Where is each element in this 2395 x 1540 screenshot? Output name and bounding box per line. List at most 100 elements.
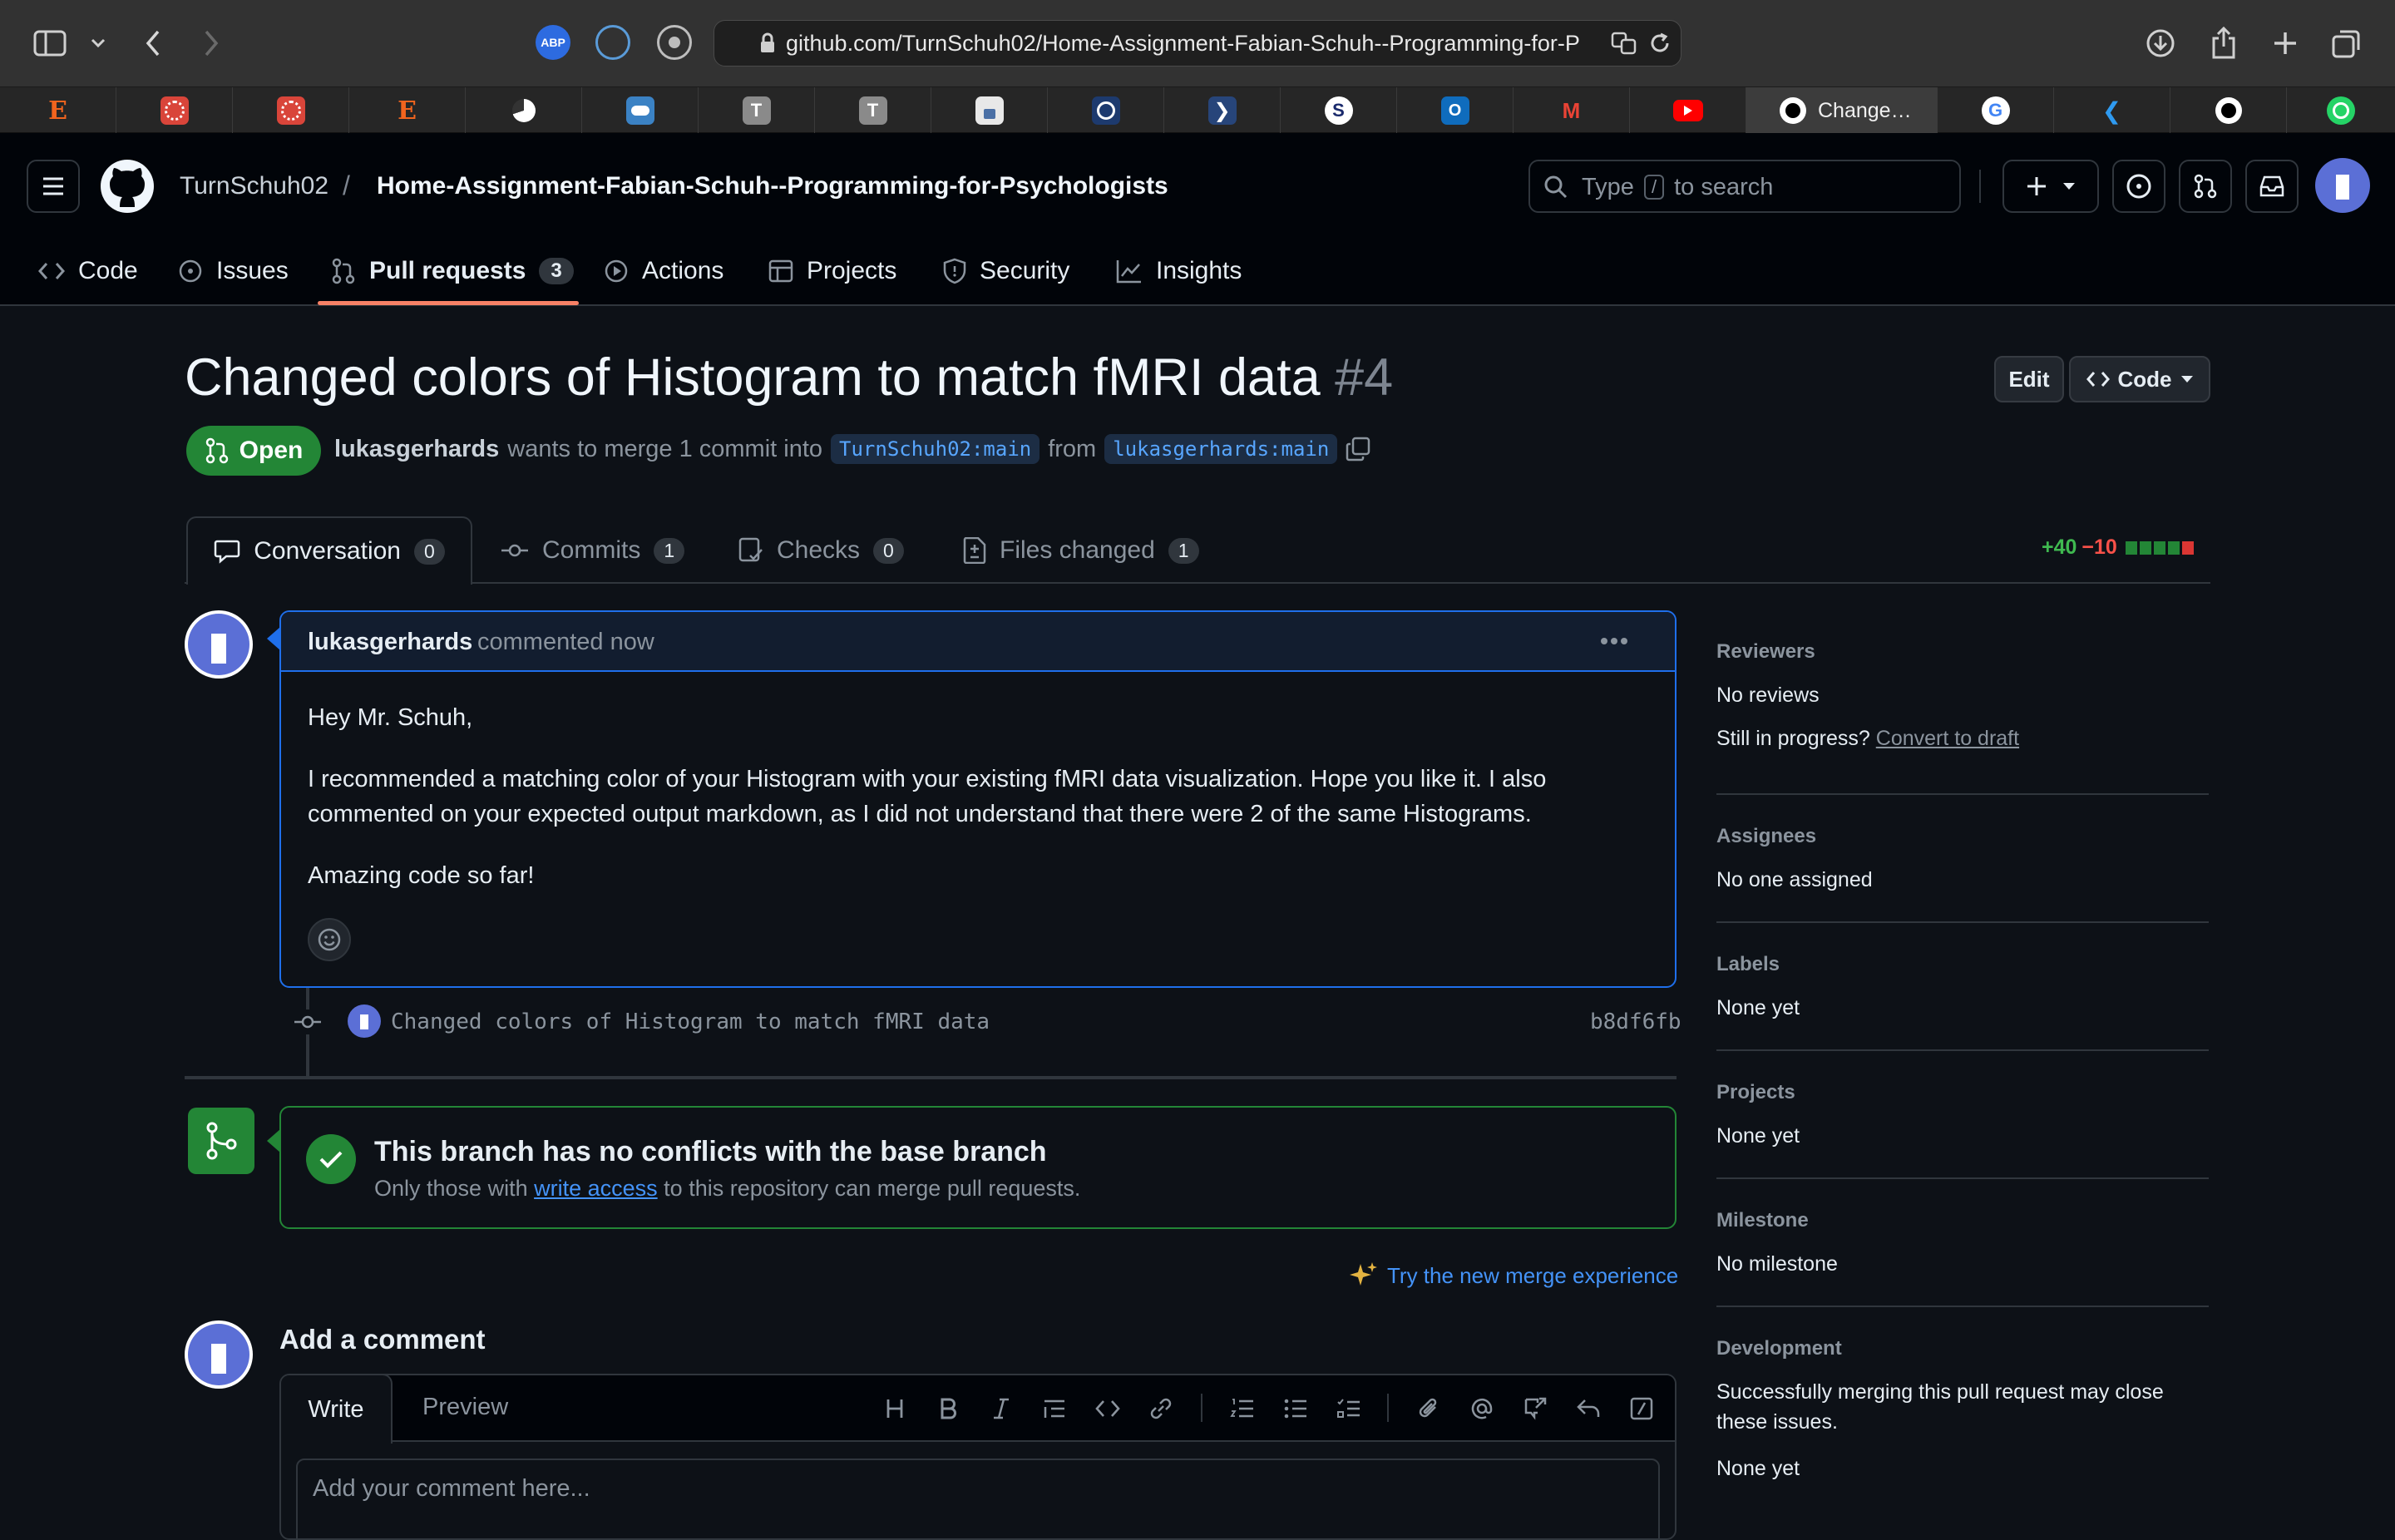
repo-nav-actions[interactable]: Actions — [604, 248, 723, 294]
create-new-button[interactable] — [2002, 160, 2099, 213]
mention-icon[interactable] — [1465, 1392, 1499, 1425]
tab-write[interactable]: Write — [281, 1375, 393, 1444]
share-icon[interactable] — [2205, 25, 2242, 62]
milestone-heading[interactable]: Milestone — [1716, 1209, 1809, 1232]
adblock-extension-icon[interactable]: ABP — [536, 25, 570, 60]
pinned-tab-vscode[interactable]: ❮ — [2054, 87, 2170, 134]
tab-commits[interactable]: Commits 1 — [501, 517, 685, 584]
success-check-icon — [306, 1134, 356, 1184]
heading-icon[interactable] — [878, 1392, 911, 1425]
comment-author-avatar[interactable] — [185, 610, 253, 679]
downloads-icon[interactable] — [2142, 25, 2179, 62]
pinned-tab-cloud[interactable] — [582, 87, 699, 134]
pinned-tab-youtube[interactable] — [1630, 87, 1746, 134]
pinned-tab-etsy[interactable]: E — [0, 87, 116, 134]
convert-to-draft-link[interactable]: Convert to draft — [1876, 727, 2019, 750]
repo-name-link[interactable]: Home-Assignment-Fabian-Schuh--Programmin… — [377, 172, 1168, 200]
pinned-tab-lock[interactable] — [931, 87, 1048, 134]
tab-overview-icon[interactable] — [2328, 25, 2365, 62]
tab-preview[interactable]: Preview — [422, 1394, 508, 1421]
pinned-tab-s[interactable]: S — [1281, 87, 1397, 134]
numbered-list-icon[interactable] — [1226, 1392, 1259, 1425]
slash-command-icon[interactable] — [1625, 1392, 1658, 1425]
link-icon[interactable] — [1144, 1392, 1178, 1425]
bold-icon[interactable] — [931, 1392, 965, 1425]
development-heading[interactable]: Development — [1716, 1337, 1842, 1360]
projects-heading[interactable]: Projects — [1716, 1081, 1795, 1104]
repo-nav-pull-requests[interactable]: Pull requests 3 — [331, 248, 574, 294]
comment-textarea[interactable]: Add your comment here... — [296, 1459, 1660, 1538]
sidebar-divider — [1716, 1049, 2209, 1051]
comment-author-link[interactable]: lukasgerhards — [308, 629, 472, 656]
pr-author-link[interactable]: lukasgerhards — [334, 436, 499, 463]
pinned-tab-pattern-1[interactable] — [116, 87, 233, 134]
active-tab[interactable]: Change… — [1746, 87, 1938, 134]
tab-files-changed[interactable]: Files changed 1 — [963, 517, 1199, 584]
pinned-tab-gmail[interactable]: M — [1514, 87, 1630, 134]
pinned-tab-etsy-2[interactable]: E — [349, 87, 466, 134]
italic-icon[interactable] — [985, 1392, 1018, 1425]
pinned-tab-t-2[interactable]: T — [815, 87, 931, 134]
kebab-menu-icon[interactable] — [1600, 637, 1628, 645]
back-icon[interactable] — [135, 25, 171, 62]
pinned-tab-google[interactable]: G — [1938, 87, 2054, 134]
sidebar-toggle-icon[interactable] — [32, 25, 68, 62]
bullet-list-icon[interactable] — [1279, 1392, 1312, 1425]
commit-message-link[interactable]: Changed colors of Histogram to match fMR… — [391, 1009, 990, 1034]
translate-icon[interactable] — [1611, 31, 1637, 56]
comment-placeholder: Add your comment here... — [313, 1475, 590, 1502]
new-merge-experience-link[interactable]: Try the new merge experience — [1349, 1261, 1678, 1291]
pull-requests-shortcut-button[interactable] — [2179, 160, 2232, 213]
user-avatar[interactable] — [2315, 158, 2370, 213]
repo-nav-code[interactable]: Code — [38, 248, 138, 294]
pinned-tab-t-1[interactable]: T — [699, 87, 815, 134]
new-tab-icon[interactable] — [2267, 25, 2304, 62]
pinned-tab-whatsapp[interactable] — [2287, 87, 2395, 134]
hamburger-menu-button[interactable] — [27, 160, 80, 213]
issues-shortcut-button[interactable] — [2112, 160, 2165, 213]
head-branch[interactable]: lukasgerhards:main — [1104, 434, 1338, 464]
copy-icon[interactable] — [1346, 437, 1370, 462]
pinned-tab-pattern-2[interactable] — [233, 87, 349, 134]
quote-icon[interactable] — [1038, 1392, 1071, 1425]
task-list-icon[interactable] — [1332, 1392, 1365, 1425]
commit-author-avatar[interactable] — [348, 1004, 381, 1038]
search-input[interactable]: Type / to search — [1528, 160, 1961, 213]
comment-timestamp[interactable]: commented now — [477, 629, 654, 656]
cross-reference-icon[interactable] — [1518, 1392, 1552, 1425]
base-branch[interactable]: TurnSchuh02:main — [831, 434, 1040, 464]
commit-sha-link[interactable]: b8df6fb — [1590, 1009, 1681, 1034]
current-user-avatar[interactable] — [185, 1320, 253, 1389]
repo-nav-projects[interactable]: Projects — [768, 248, 896, 294]
pinned-tab-outlook[interactable]: O — [1397, 87, 1514, 134]
repo-nav-security[interactable]: Security — [943, 248, 1069, 294]
code-icon[interactable] — [1091, 1392, 1124, 1425]
github-logo-icon[interactable] — [100, 159, 155, 214]
assignees-heading[interactable]: Assignees — [1716, 825, 1816, 848]
record-extension-icon[interactable] — [657, 25, 692, 60]
pinned-tab-arrow[interactable]: ❯ — [1164, 87, 1281, 134]
repo-nav-issues-label: Issues — [216, 257, 289, 284]
edit-title-button[interactable]: Edit — [1994, 356, 2064, 402]
tab-checks[interactable]: Checks 0 — [738, 517, 904, 584]
pinned-tab-pie[interactable] — [466, 87, 582, 134]
repo-owner-link[interactable]: TurnSchuh02 — [180, 172, 328, 200]
code-dropdown-button[interactable]: Code — [2069, 356, 2210, 402]
paperclip-icon[interactable] — [1412, 1392, 1445, 1425]
extension-icon[interactable] — [595, 25, 630, 60]
address-bar[interactable]: github.com/TurnSchuh02/Home-Assignment-F… — [714, 20, 1681, 67]
write-access-link[interactable]: write access — [534, 1176, 658, 1201]
inbox-button[interactable] — [2245, 160, 2299, 213]
repo-nav-issues[interactable]: Issues — [178, 248, 289, 294]
pinned-tab-github[interactable] — [2170, 87, 2287, 134]
reload-icon[interactable] — [1647, 31, 1672, 56]
tab-conversation[interactable]: Conversation 0 — [186, 516, 472, 585]
labels-heading[interactable]: Labels — [1716, 953, 1780, 976]
pinned-tab-o[interactable] — [1048, 87, 1164, 134]
repo-nav-insights[interactable]: Insights — [1116, 248, 1242, 294]
reviewers-heading[interactable]: Reviewers — [1716, 640, 1815, 664]
add-reaction-button[interactable] — [308, 918, 351, 961]
reply-icon[interactable] — [1572, 1392, 1605, 1425]
forward-icon[interactable] — [193, 25, 230, 62]
chevron-down-icon[interactable] — [80, 25, 116, 62]
